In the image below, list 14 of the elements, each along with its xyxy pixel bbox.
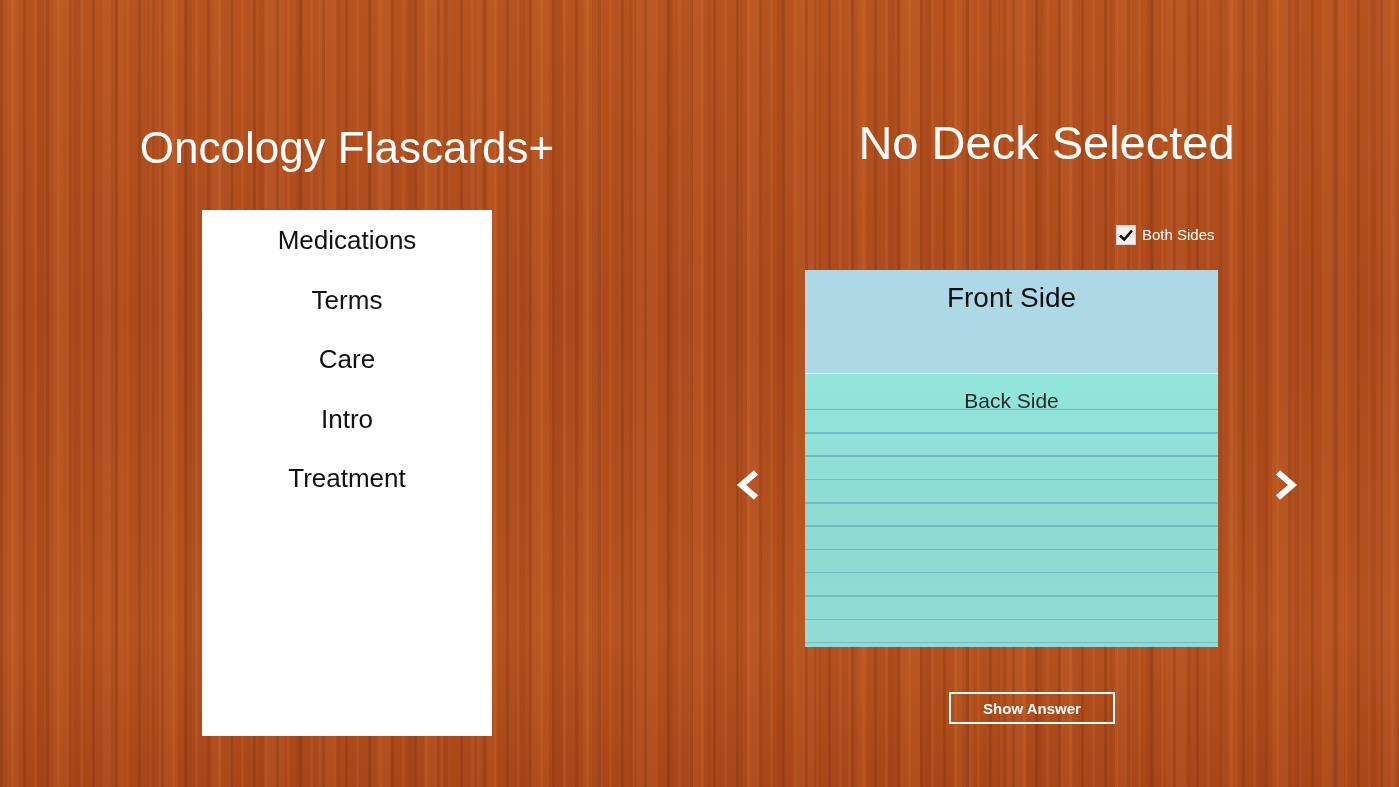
card-back-side: Back Side [805, 373, 1218, 647]
card-front-side: Front Side [805, 270, 1218, 373]
deck-list-item[interactable]: Care [306, 330, 388, 390]
deck-list-item[interactable]: Treatment [276, 449, 418, 509]
deck-list-item[interactable]: Intro [309, 389, 385, 449]
chevron-left-icon[interactable] [735, 470, 760, 500]
checkbox-label[interactable]: Both Sides [1142, 225, 1215, 245]
chevron-right-icon[interactable] [1274, 470, 1299, 500]
deck-title: No Deck Selected [858, 115, 1235, 171]
show-answer-button[interactable]: Show Answer [949, 692, 1115, 724]
deck-list-item[interactable]: Terms [299, 270, 395, 330]
app-title: Oncology Flascards+ [139, 122, 555, 174]
deck-list-item[interactable]: Medications [265, 211, 429, 271]
checkbox[interactable] [1116, 225, 1136, 245]
